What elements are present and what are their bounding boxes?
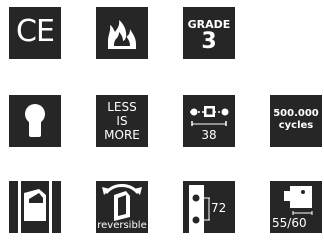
backset-tile: 38: [183, 95, 235, 147]
less-is-more-line1: LESS: [107, 100, 137, 114]
backset-value: 38: [201, 128, 217, 142]
ce-mark-icon: CE: [16, 14, 55, 49]
door-latch-tile: [9, 181, 61, 233]
cycles-tile: 500.000 cycles: [270, 95, 322, 147]
flame-icon: [108, 20, 136, 49]
grade-tile: GRADE 3: [183, 7, 235, 59]
center-distance-tile: 72: [183, 181, 235, 233]
lock-dimensions-tile: 55/60: [270, 181, 322, 233]
reversible-tile: reversible: [96, 181, 148, 233]
reversible-label: reversible: [97, 220, 147, 231]
less-is-more-line2: IS: [116, 114, 128, 128]
grade-value: 3: [201, 29, 217, 54]
door-latch-icon: [18, 181, 52, 233]
lock-dimensions-value: 55/60: [272, 216, 307, 230]
fire-resistance-tile: [96, 7, 148, 59]
center-distance-value: 72: [211, 201, 227, 215]
less-is-more-line3: MORE: [104, 128, 140, 142]
cycles-label: cycles: [278, 120, 314, 131]
euro-cylinder-tile: [9, 95, 61, 147]
keyhole-cylinder-icon: [25, 104, 45, 137]
strike-plate-icon: [189, 185, 210, 233]
less-is-more-tile: LESS IS MORE: [96, 95, 148, 147]
ce-mark-tile: CE: [9, 7, 61, 59]
cycles-value: 500.000: [273, 108, 319, 119]
